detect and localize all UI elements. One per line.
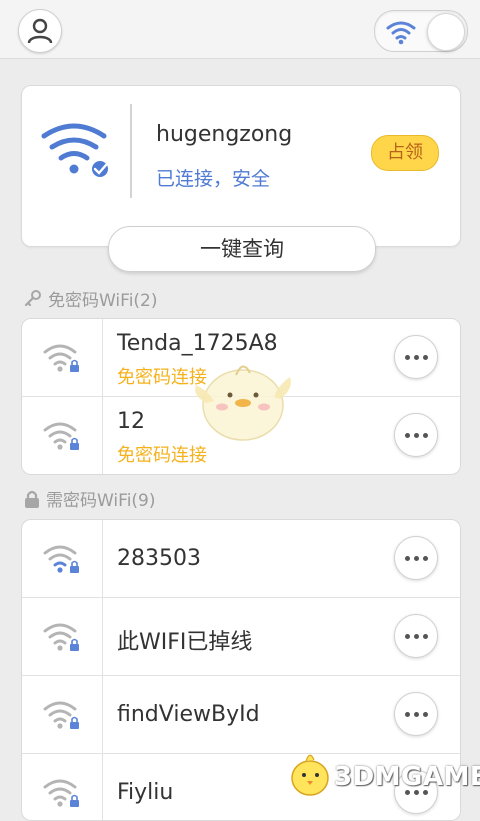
top-bar [0,0,480,59]
connection-status: 已连接，安全 [156,168,271,190]
free-wifi-section-header: 免密码WiFi(2) [24,286,158,311]
wifi-locked-icon [43,701,79,729]
occupy-button[interactable]: 占领 [371,135,439,171]
wifi-locked-icon [43,422,79,450]
watermark-chick-logo [291,754,329,796]
divider [130,104,132,198]
wifi-toggle[interactable] [374,10,468,52]
network-name: findViewById [117,702,260,727]
connected-ssid: hugengzong [156,122,293,147]
free-wifi-section-title: 免密码WiFi(2) [48,291,158,311]
more-options-button[interactable] [394,692,438,736]
secured-wifi-section-header: 需密码WiFi(9) [24,486,156,511]
connected-network-card: hugengzong 已连接，安全 占领 一键查询 [21,85,461,272]
wifi-connected-icon [41,123,110,179]
toggle-knob[interactable] [427,13,465,51]
mascot-chick-image [195,365,291,441]
user-icon [27,18,53,44]
network-name: Tenda_1725A8 [117,331,278,356]
list-item[interactable]: 283503 [22,520,460,598]
more-options-button[interactable] [394,335,438,379]
secured-wifi-section-title: 需密码WiFi(9) [46,491,156,511]
lock-icon [25,490,39,508]
network-name: 此WIFI已掉线 [117,630,253,655]
wifi-locked-icon [43,779,79,807]
watermark-text: 3DMGAME [334,762,480,792]
list-item[interactable]: findViewById [22,676,460,754]
network-name: 283503 [117,546,201,571]
wifi-locked-icon [43,344,79,372]
wifi-locked-icon [43,545,79,573]
one-click-query-button[interactable]: 一键查询 [108,226,376,272]
network-name: 12 [117,409,145,434]
wifi-locked-icon [43,623,79,651]
more-options-button[interactable] [394,536,438,580]
network-name: Fiyliu [117,780,174,805]
wifi-icon [386,21,416,45]
list-item[interactable]: 此WIFI已掉线 [22,598,460,676]
more-options-button[interactable] [394,614,438,658]
account-button[interactable] [18,9,62,53]
more-options-button[interactable] [394,413,438,457]
key-icon [24,289,41,306]
